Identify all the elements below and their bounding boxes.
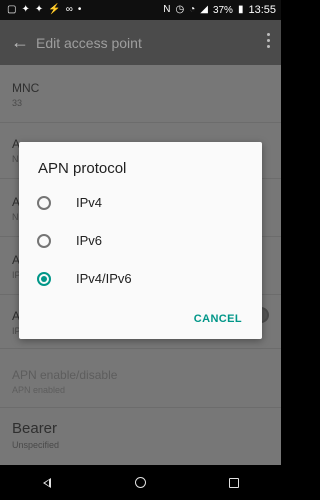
option-ipv4-ipv6[interactable]: IPv4/IPv6 xyxy=(37,271,132,286)
recents-square-icon xyxy=(229,477,240,488)
back-triangle-icon xyxy=(42,477,51,488)
home-circle-icon xyxy=(134,477,146,488)
nav-back-button[interactable] xyxy=(32,477,62,488)
option-label: IPv6 xyxy=(76,233,103,248)
nav-home-button[interactable] xyxy=(125,477,155,488)
app-bar: ← Edit access point xyxy=(0,20,281,65)
pref-title: Bearer xyxy=(12,420,58,437)
clock: 13:55 xyxy=(248,4,276,16)
pref-apn-enable: APN enable/disable APN enabled xyxy=(0,368,281,408)
notification-icon: ▢ xyxy=(7,4,17,15)
pref-summary: APN enabled xyxy=(12,385,66,395)
pref-summary: Unspecified xyxy=(12,440,60,450)
radio-icon[interactable] xyxy=(37,233,51,248)
radio-selected-icon[interactable] xyxy=(37,271,51,286)
pref-title: MNC xyxy=(12,81,40,95)
pref-summary: 33 xyxy=(12,98,23,108)
option-ipv6[interactable]: IPv6 xyxy=(37,233,102,248)
apn-protocol-dialog: APN protocol IPv4 IPv6 IPv4/IPv6 CANCEL xyxy=(19,142,262,339)
cancel-button[interactable]: CANCEL xyxy=(194,313,242,325)
twitter-icon: ✦ xyxy=(21,4,30,15)
option-label: IPv4 xyxy=(76,195,103,210)
navigation-bar xyxy=(0,465,281,500)
pref-title: APN enable/disable xyxy=(12,368,118,382)
overflow-menu-icon[interactable] xyxy=(267,33,271,48)
alarm-icon: ◷ xyxy=(175,4,185,15)
wifi-icon: ◔ xyxy=(189,4,196,15)
page-title: Edit access point xyxy=(36,34,142,51)
dialog-title: APN protocol xyxy=(38,160,127,177)
battery-icon: ▮ xyxy=(237,4,244,15)
lightning-icon: ⚡ xyxy=(48,4,61,15)
n-icon: N xyxy=(163,4,171,15)
pref-bearer[interactable]: Bearer Unspecified xyxy=(0,420,281,460)
option-ipv4[interactable]: IPv4 xyxy=(37,195,102,210)
signal-icon: ◢ xyxy=(200,4,208,15)
nav-recents-button[interactable] xyxy=(219,477,249,488)
radio-icon[interactable] xyxy=(37,195,51,210)
status-bar: ▢ ✦ ✦ ⚡ ∞ • N ◷ ◔ ◢ 37% ▮ 13:55 xyxy=(0,0,281,20)
pref-mnc[interactable]: MNC 33 xyxy=(0,81,281,123)
option-label: IPv4/IPv6 xyxy=(76,271,132,286)
back-arrow-icon[interactable]: ← xyxy=(8,32,32,53)
twitter-icon: ✦ xyxy=(34,4,44,15)
more-icon: • xyxy=(77,4,82,15)
voicemail-icon: ∞ xyxy=(65,4,73,15)
battery-level: 37% xyxy=(212,4,233,16)
